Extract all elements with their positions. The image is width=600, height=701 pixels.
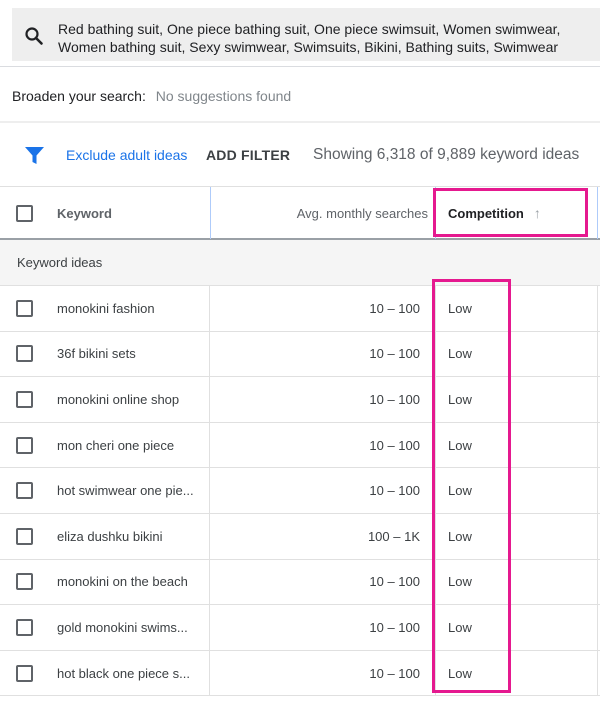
filter-bar: Exclude adult ideas ADD FILTER Showing 6… (0, 140, 600, 170)
keyword-cell: monokini fashion (57, 300, 155, 316)
competition-cell: Low (435, 650, 599, 696)
divider (0, 66, 600, 67)
row-checkbox[interactable] (16, 573, 33, 591)
table-body: monokini fashion 10 – 100 Low 36f bikini… (0, 286, 600, 697)
competition-cell: Low (435, 559, 599, 605)
competition-cell: Low (435, 468, 599, 513)
row-checkbox-cell (16, 286, 33, 331)
exclude-adult-ideas-link[interactable]: Exclude adult ideas (66, 147, 187, 163)
search-keywords-text[interactable]: Red bathing suit, One piece bathing suit… (58, 20, 598, 56)
keyword-cell: hot black one piece s... (57, 665, 190, 681)
group-header-keyword-ideas: Keyword ideas (0, 240, 600, 286)
column-header-avg-monthly-searches[interactable]: Avg. monthly searches (210, 187, 428, 239)
table-row[interactable]: mon cheri one piece 10 – 100 Low (0, 422, 600, 469)
row-checkbox-cell (16, 377, 33, 422)
row-checkbox[interactable] (16, 527, 33, 545)
keyword-cell: monokini on the beach (57, 574, 188, 590)
avg-searches-cell: 10 – 100 (209, 286, 420, 331)
add-filter-button[interactable]: ADD FILTER (206, 147, 290, 163)
competition-cell: Low (435, 286, 599, 331)
row-checkbox[interactable] (16, 299, 33, 317)
avg-searches-cell: 10 – 100 (209, 468, 420, 513)
search-keywords-line-2: Women bathing suit, Sexy swimwear, Swims… (58, 39, 559, 55)
avg-monthly-searches-label: Avg. monthly searches (296, 205, 428, 221)
row-checkbox[interactable] (16, 618, 33, 636)
row-checkbox[interactable] (16, 482, 33, 500)
sort-ascending-icon: ↑ (533, 205, 541, 221)
broaden-value: No suggestions found (155, 88, 292, 104)
search-keywords-line-1: Red bathing suit, One piece bathing suit… (58, 21, 561, 37)
table-row[interactable]: monokini fashion 10 – 100 Low (0, 286, 600, 332)
column-divider (597, 187, 598, 239)
column-divider (597, 286, 598, 331)
column-divider (597, 377, 598, 422)
table-row[interactable]: monokini on the beach 10 – 100 Low (0, 559, 600, 606)
row-checkbox-cell (16, 605, 33, 650)
select-all-checkbox[interactable] (16, 204, 33, 222)
column-header-competition[interactable]: Competition ↑ (435, 187, 599, 239)
column-divider (597, 331, 598, 377)
row-checkbox-cell (16, 423, 33, 468)
avg-searches-cell: 10 – 100 (209, 650, 420, 696)
competition-cell: Low (435, 377, 599, 422)
column-divider (597, 605, 598, 650)
avg-searches-cell: 10 – 100 (209, 377, 420, 422)
keyword-cell: monokini online shop (57, 391, 180, 407)
column-divider (597, 468, 598, 513)
competition-label: Competition (448, 205, 524, 221)
table-row[interactable]: 36f bikini sets 10 – 100 Low (0, 331, 600, 378)
filter-icon[interactable] (25, 146, 44, 165)
column-divider (597, 650, 598, 696)
row-checkbox[interactable] (16, 345, 33, 363)
keyword-cell: hot swimwear one pie... (57, 483, 194, 499)
table-row[interactable]: monokini online shop 10 – 100 Low (0, 377, 600, 423)
table-row[interactable]: gold monokini swims... 10 – 100 Low (0, 605, 600, 651)
row-checkbox-cell (16, 468, 33, 513)
competition-cell: Low (435, 513, 599, 559)
results-count: Showing 6,318 of 9,889 keyword ideas (313, 146, 580, 163)
column-divider (597, 422, 598, 468)
avg-searches-cell: 10 – 100 (209, 605, 420, 650)
competition-cell: Low (435, 605, 599, 650)
table-row[interactable]: eliza dushku bikini 100 – 1K Low (0, 513, 600, 560)
select-all-cell (16, 187, 33, 239)
keyword-cell: eliza dushku bikini (57, 528, 163, 544)
broaden-label: Broaden your search: (12, 88, 146, 104)
keyword-cell: 36f bikini sets (57, 346, 136, 362)
row-checkbox-cell (16, 651, 33, 696)
competition-cell: Low (435, 331, 599, 377)
avg-searches-cell: 10 – 100 (209, 559, 420, 605)
column-divider (597, 513, 598, 559)
avg-searches-cell: 10 – 100 (209, 331, 420, 377)
divider (0, 121, 600, 123)
column-divider (597, 559, 598, 605)
row-checkbox-cell (16, 332, 33, 377)
search-icon (24, 26, 44, 46)
row-checkbox[interactable] (16, 664, 33, 682)
broaden-search: Broaden your search: No suggestions foun… (12, 87, 291, 105)
row-checkbox-cell (16, 514, 33, 559)
keyword-cell: gold monokini swims... (57, 619, 188, 635)
avg-searches-cell: 10 – 100 (209, 422, 420, 468)
keyword-cell: mon cheri one piece (57, 437, 175, 453)
row-checkbox-cell (16, 560, 33, 605)
row-checkbox[interactable] (16, 436, 33, 454)
row-checkbox[interactable] (16, 390, 33, 408)
avg-searches-cell: 100 – 1K (209, 513, 420, 559)
column-header-keyword[interactable]: Keyword (57, 187, 112, 239)
table-header: Keyword Avg. monthly searches Competitio… (0, 186, 600, 240)
competition-cell: Low (435, 422, 599, 468)
table-row[interactable]: hot swimwear one pie... 10 – 100 Low (0, 468, 600, 514)
keyword-ideas-table: Keyword Avg. monthly searches Competitio… (0, 186, 600, 697)
table-row[interactable]: hot black one piece s... 10 – 100 Low (0, 650, 600, 697)
